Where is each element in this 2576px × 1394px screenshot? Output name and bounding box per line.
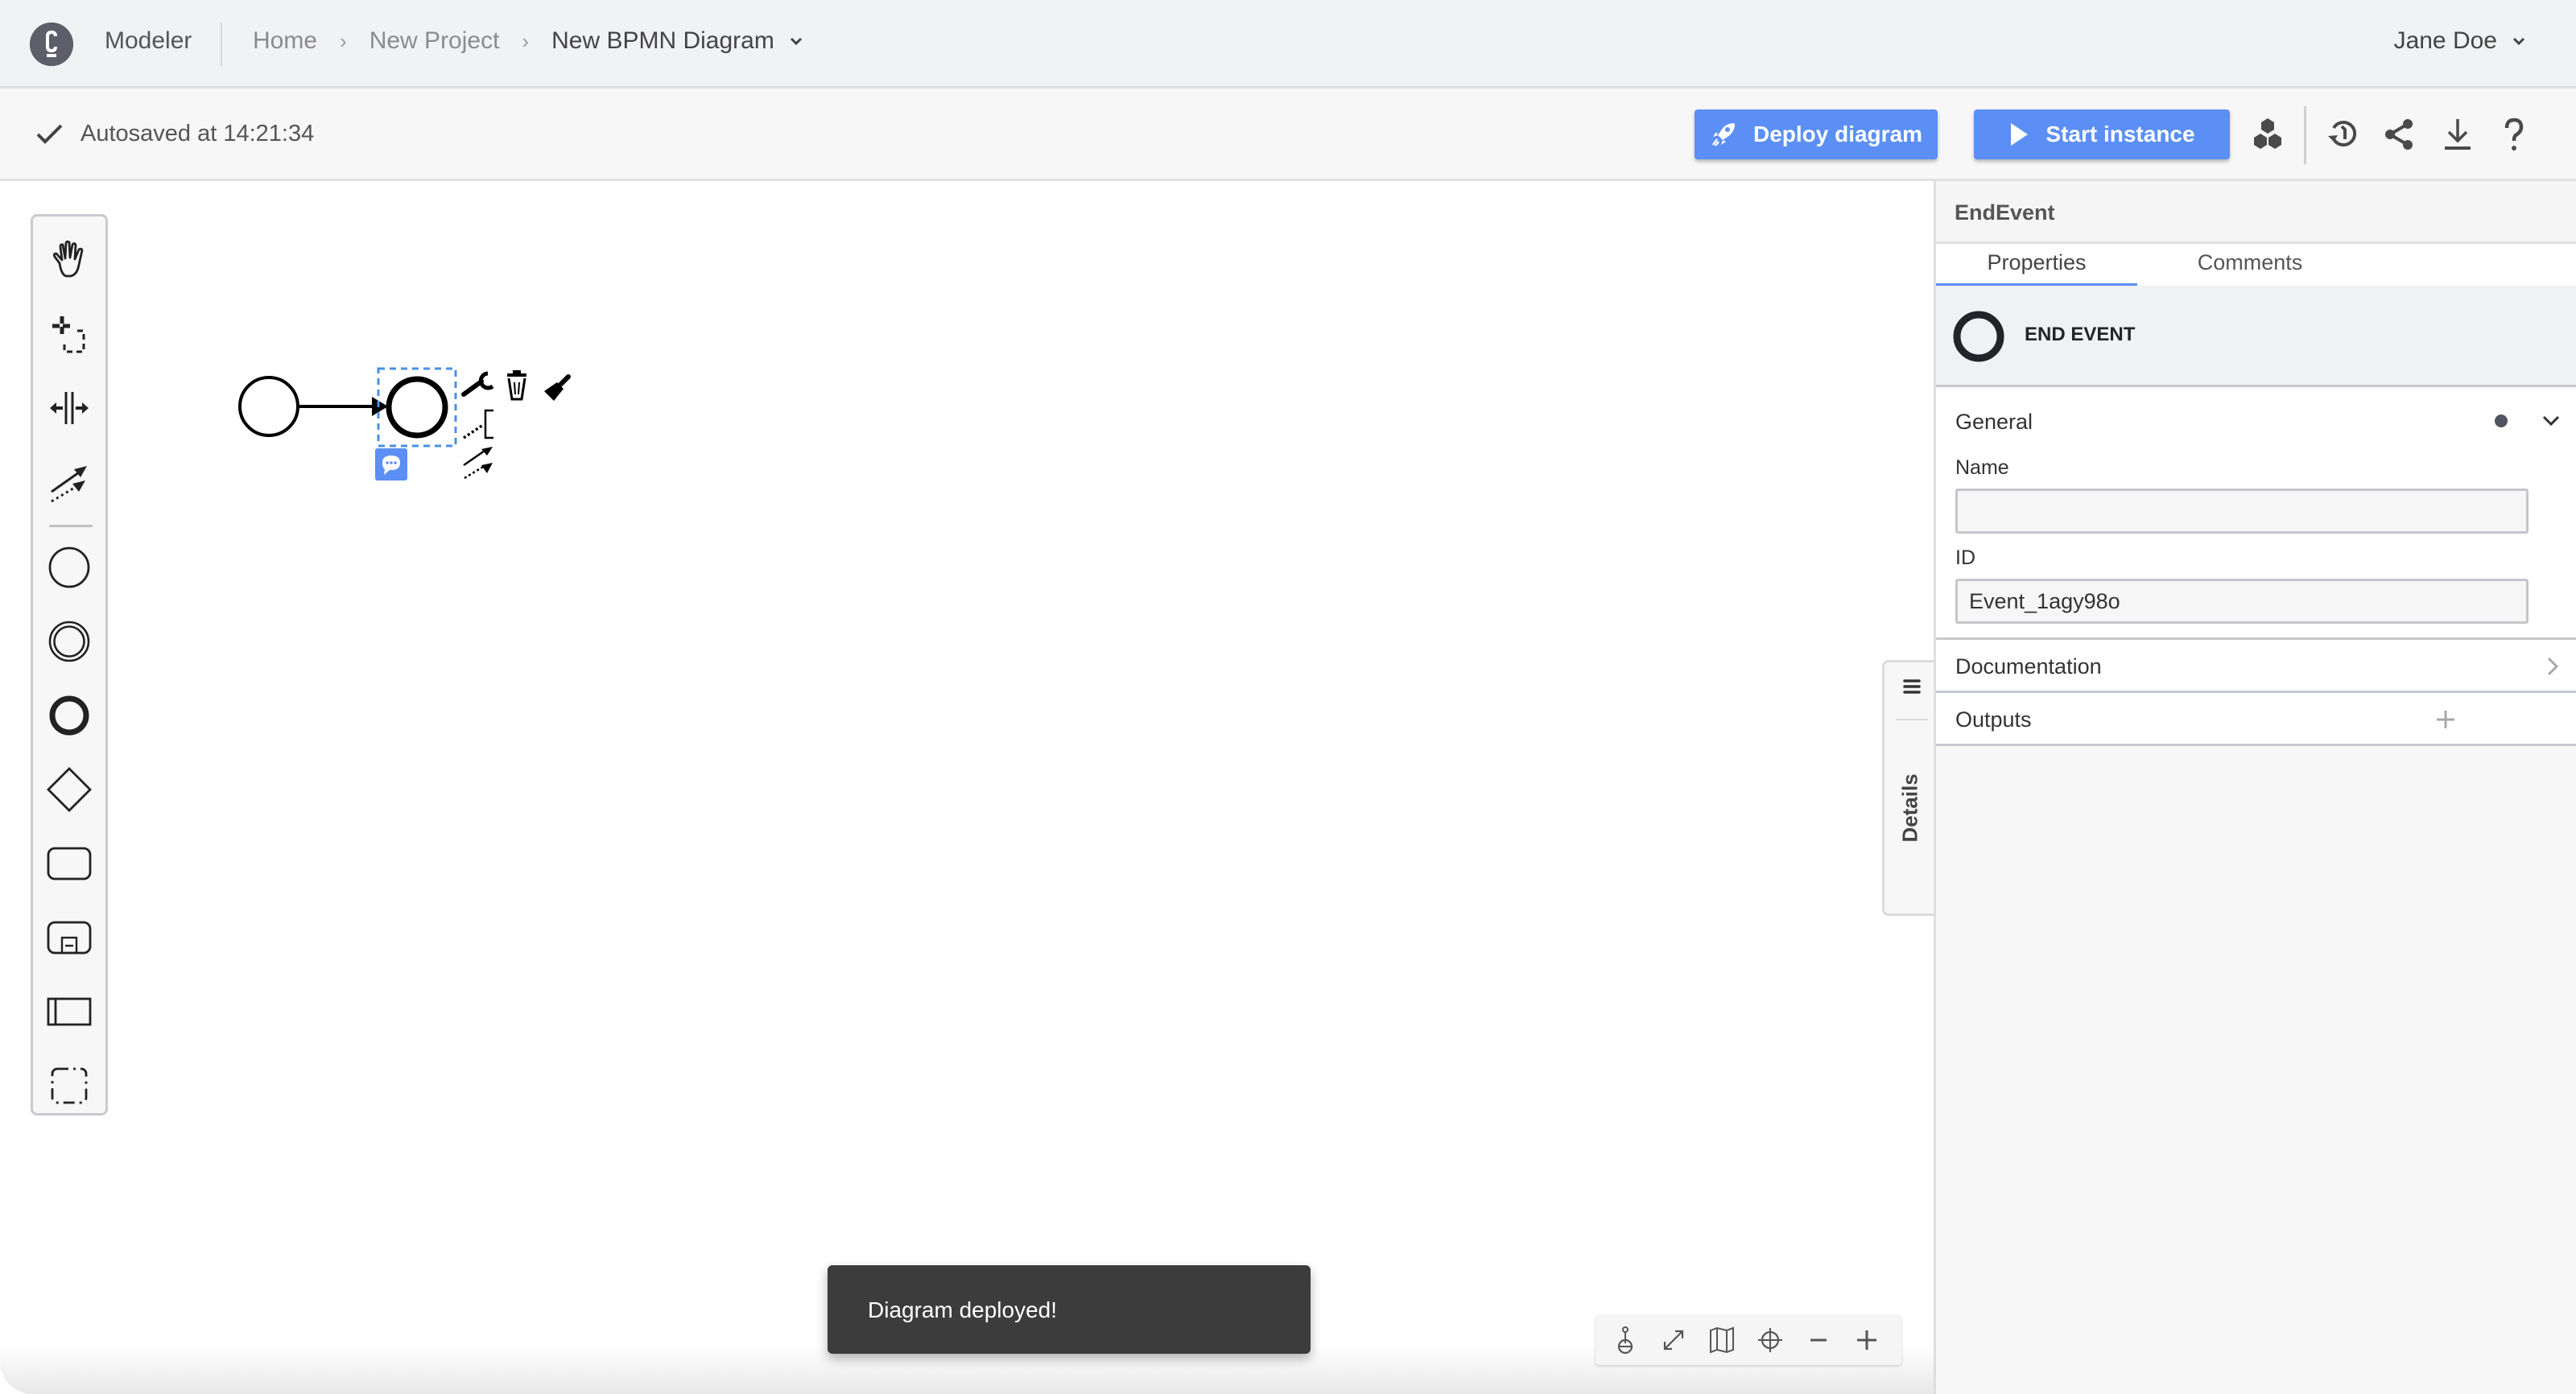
end-event-tool-icon[interactable] xyxy=(33,683,105,748)
deploy-diagram-button[interactable]: Deploy diagram xyxy=(1695,109,1938,159)
element-type-header: END EVENT xyxy=(1936,286,2576,387)
name-input[interactable] xyxy=(1955,489,2529,534)
toolbar-divider xyxy=(2304,106,2306,164)
wrench-icon[interactable] xyxy=(461,371,494,397)
arrowhead-icon xyxy=(372,397,388,416)
play-icon xyxy=(2011,123,2029,146)
start-event-tool-icon[interactable] xyxy=(33,535,105,600)
toast-message: Diagram deployed! xyxy=(868,1297,1058,1322)
user-name: Jane Doe xyxy=(2393,27,2497,54)
group-outputs[interactable]: Outputs xyxy=(1936,693,2576,746)
chevron-right-icon[interactable] xyxy=(2546,656,2559,677)
palette-separator xyxy=(49,525,93,527)
canvas-controls xyxy=(1596,1315,1901,1365)
end-event[interactable] xyxy=(386,376,448,439)
history-icon[interactable] xyxy=(2323,114,2363,155)
trash-icon[interactable] xyxy=(507,370,526,401)
deploy-label: Deploy diagram xyxy=(1752,122,1923,146)
pool-tool-icon[interactable] xyxy=(33,980,105,1044)
sequence-flow[interactable] xyxy=(298,397,388,416)
paintbrush-icon[interactable] xyxy=(544,374,571,401)
id-field-label: ID xyxy=(1955,546,1975,569)
share-icon[interactable] xyxy=(2380,114,2420,155)
group-general-title[interactable]: General xyxy=(1955,410,2033,435)
element-type-label: END EVENT xyxy=(2025,324,2136,345)
start-event[interactable] xyxy=(238,376,299,437)
zoom-out-icon[interactable] xyxy=(1800,1322,1837,1359)
chevron-down-icon xyxy=(2512,37,2525,46)
has-entries-indicator xyxy=(2495,414,2508,427)
download-icon[interactable] xyxy=(2438,114,2478,155)
connectors-icon[interactable] xyxy=(2248,114,2288,155)
group-general: General Name ID xyxy=(1936,389,2576,640)
intermediate-event-tool-icon[interactable] xyxy=(33,609,105,674)
group-documentation[interactable]: Documentation xyxy=(1936,640,2576,693)
add-output-icon[interactable] xyxy=(2435,709,2456,730)
zoom-in-icon[interactable] xyxy=(1848,1322,1885,1359)
id-input[interactable] xyxy=(1955,579,2529,624)
connect-icon[interactable] xyxy=(463,447,493,480)
menu-icon xyxy=(1903,679,1921,694)
deploy-toast: Diagram deployed! xyxy=(828,1265,1311,1354)
chevron-down-icon[interactable] xyxy=(2541,413,2561,429)
end-event-icon xyxy=(1953,311,2004,362)
rocket-icon xyxy=(1711,123,1735,146)
panel-tabs: Properties Comments xyxy=(1936,244,2576,286)
bpmn-diagram xyxy=(238,367,571,480)
center-view-icon[interactable] xyxy=(1752,1322,1789,1359)
group-outputs-title: Outputs xyxy=(1955,707,2032,732)
details-side-tab[interactable]: Details xyxy=(1882,660,1935,916)
name-field-label: Name xyxy=(1955,456,2009,479)
help-icon[interactable] xyxy=(2494,114,2534,155)
start-instance-button[interactable]: Start instance xyxy=(1974,109,2230,159)
minimap-icon[interactable] xyxy=(1703,1322,1740,1359)
gateway-tool-icon[interactable] xyxy=(33,757,105,822)
properties-panel: EndEvent Properties Comments END EVENT G… xyxy=(1934,181,2576,1394)
subprocess-tool-icon[interactable] xyxy=(33,905,105,970)
reset-view-icon[interactable] xyxy=(1607,1322,1644,1359)
group-tool-icon[interactable] xyxy=(33,1054,105,1118)
details-tab-separator xyxy=(1896,719,1928,720)
start-label: Start instance xyxy=(2046,122,2195,146)
fullscreen-icon[interactable] xyxy=(1655,1322,1692,1359)
tab-properties[interactable]: Properties xyxy=(1936,250,2137,286)
group-documentation-title: Documentation xyxy=(1955,654,2102,678)
text-annotation-icon[interactable] xyxy=(463,409,493,439)
panel-element-title: EndEvent xyxy=(1936,181,2576,244)
chevron-down-icon[interactable] xyxy=(789,34,803,48)
user-menu[interactable]: Jane Doe xyxy=(2394,27,2526,55)
tab-comments[interactable]: Comments xyxy=(2169,250,2330,286)
details-tab-label: Details xyxy=(1897,773,1922,843)
task-tool-icon[interactable] xyxy=(33,831,105,896)
comment-badge-icon[interactable] xyxy=(375,448,407,480)
